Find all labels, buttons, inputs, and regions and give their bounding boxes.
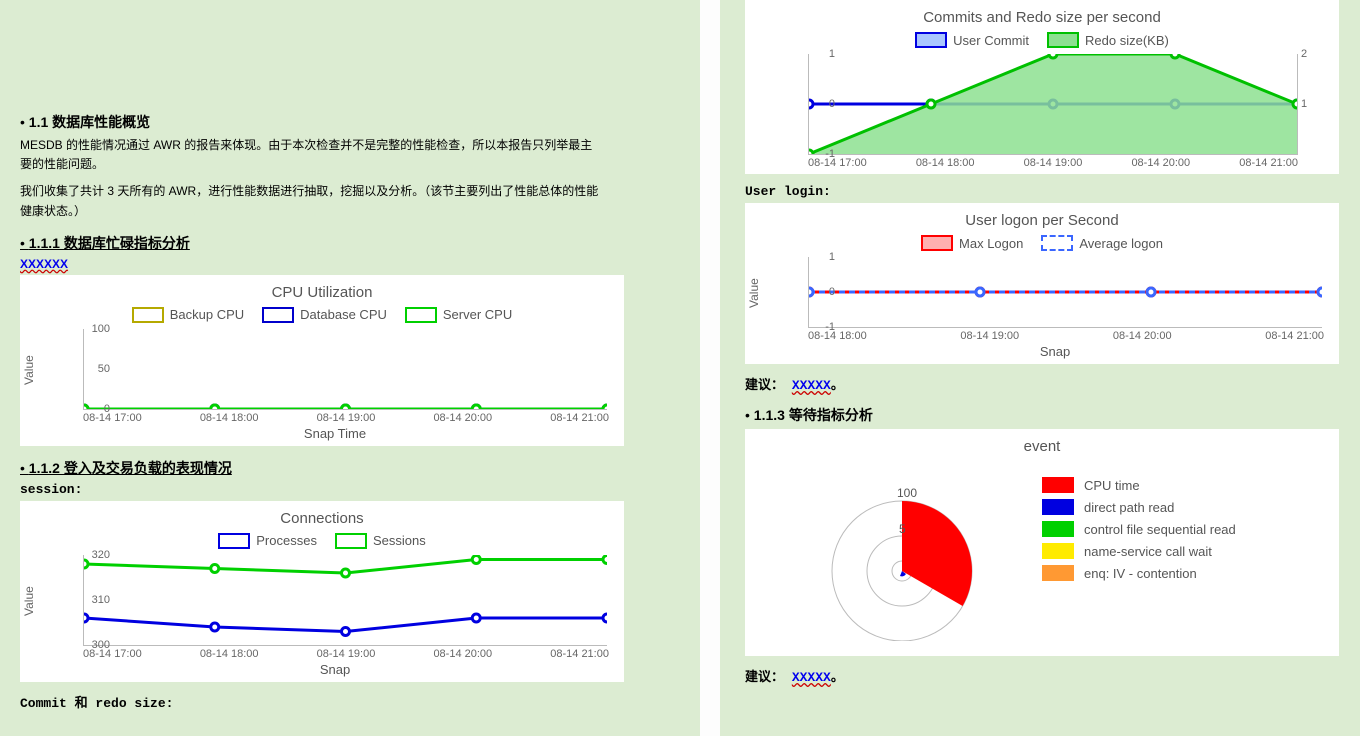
chart-legend: Max LogonAverage logon [752, 235, 1332, 251]
advice-placeholder: XXXXX [792, 378, 831, 393]
polar-plot: 100 5 [762, 471, 1022, 641]
chart-user-logon: User logon per Second Max LogonAverage l… [745, 203, 1339, 364]
chart-event: event 100 5 CPU timedirect pat [745, 429, 1339, 656]
x-ticks: 08-14 17:0008-14 18:0008-14 19:0008-14 2… [83, 412, 609, 424]
chart-legend: Backup CPUDatabase CPUServer CPU [27, 307, 617, 323]
heading-1-1: 1.1 数据库性能概览 [20, 112, 670, 132]
advice-label: 建议： [745, 670, 784, 685]
advice-placeholder: XXXXX [792, 670, 831, 685]
commit-redo-label: Commit 和 redo size: [20, 692, 670, 711]
x-ticks: 08-14 18:0008-14 19:0008-14 20:0008-14 2… [808, 330, 1324, 342]
session-label: session: [20, 482, 670, 497]
chart-commits-redo: Commits and Redo size per second User Co… [745, 0, 1339, 174]
overview-para-1: MESDB 的性能情况通过 AWR 的报告来体现。由于本次检查并不是完整的性能检… [20, 136, 600, 174]
plot-area: -101 [808, 257, 1322, 328]
svg-text:5: 5 [899, 522, 906, 536]
chart-connections: Connections ProcessesSessions Value 3003… [20, 501, 624, 682]
heading-1-1-2: 1.1.2 登入及交易负载的表现情况 [20, 458, 670, 478]
chart-legend: ProcessesSessions [27, 533, 617, 549]
chart-title: User logon per Second [752, 212, 1332, 229]
heading-1-1-3: 1.1.3 等待指标分析 [745, 405, 1345, 425]
x-ticks: 08-14 17:0008-14 18:0008-14 19:0008-14 2… [808, 157, 1298, 169]
user-login-label: User login: [745, 184, 1345, 199]
y-axis-label: Value [22, 355, 36, 385]
advice-label: 建议： [745, 378, 784, 393]
chart-title: Connections [27, 510, 617, 527]
chart-legend: User CommitRedo size(KB) [752, 32, 1332, 48]
chart-cpu: CPU Utilization Backup CPUDatabase CPUSe… [20, 275, 624, 446]
svg-text:100: 100 [897, 486, 917, 500]
heading-1-1-1: 1.1.1 数据库忙碌指标分析 [20, 233, 670, 253]
x-ticks: 08-14 17:0008-14 18:0008-14 19:0008-14 2… [83, 648, 609, 660]
placeholder-text: XXXXXX [20, 257, 68, 271]
y-axis-label: Value [747, 278, 761, 308]
overview-para-2: 我们收集了共计 3 天所有的 AWR，进行性能数据进行抽取，挖掘以及分析。（该节… [20, 182, 600, 220]
x-axis-label: Snap [778, 344, 1332, 359]
x-axis-label: Snap [53, 662, 617, 677]
plot-area: 300310320 [83, 555, 607, 646]
plot-area: -101 12 [808, 54, 1298, 155]
y-axis-label: Value [22, 586, 36, 616]
x-axis-label: Snap Time [53, 426, 617, 441]
plot-area: 050100 [83, 329, 607, 410]
chart-legend: CPU timedirect path readcontrol file seq… [1042, 471, 1236, 641]
chart-title: CPU Utilization [27, 284, 617, 301]
chart-title: event [752, 438, 1332, 455]
chart-title: Commits and Redo size per second [752, 9, 1332, 26]
